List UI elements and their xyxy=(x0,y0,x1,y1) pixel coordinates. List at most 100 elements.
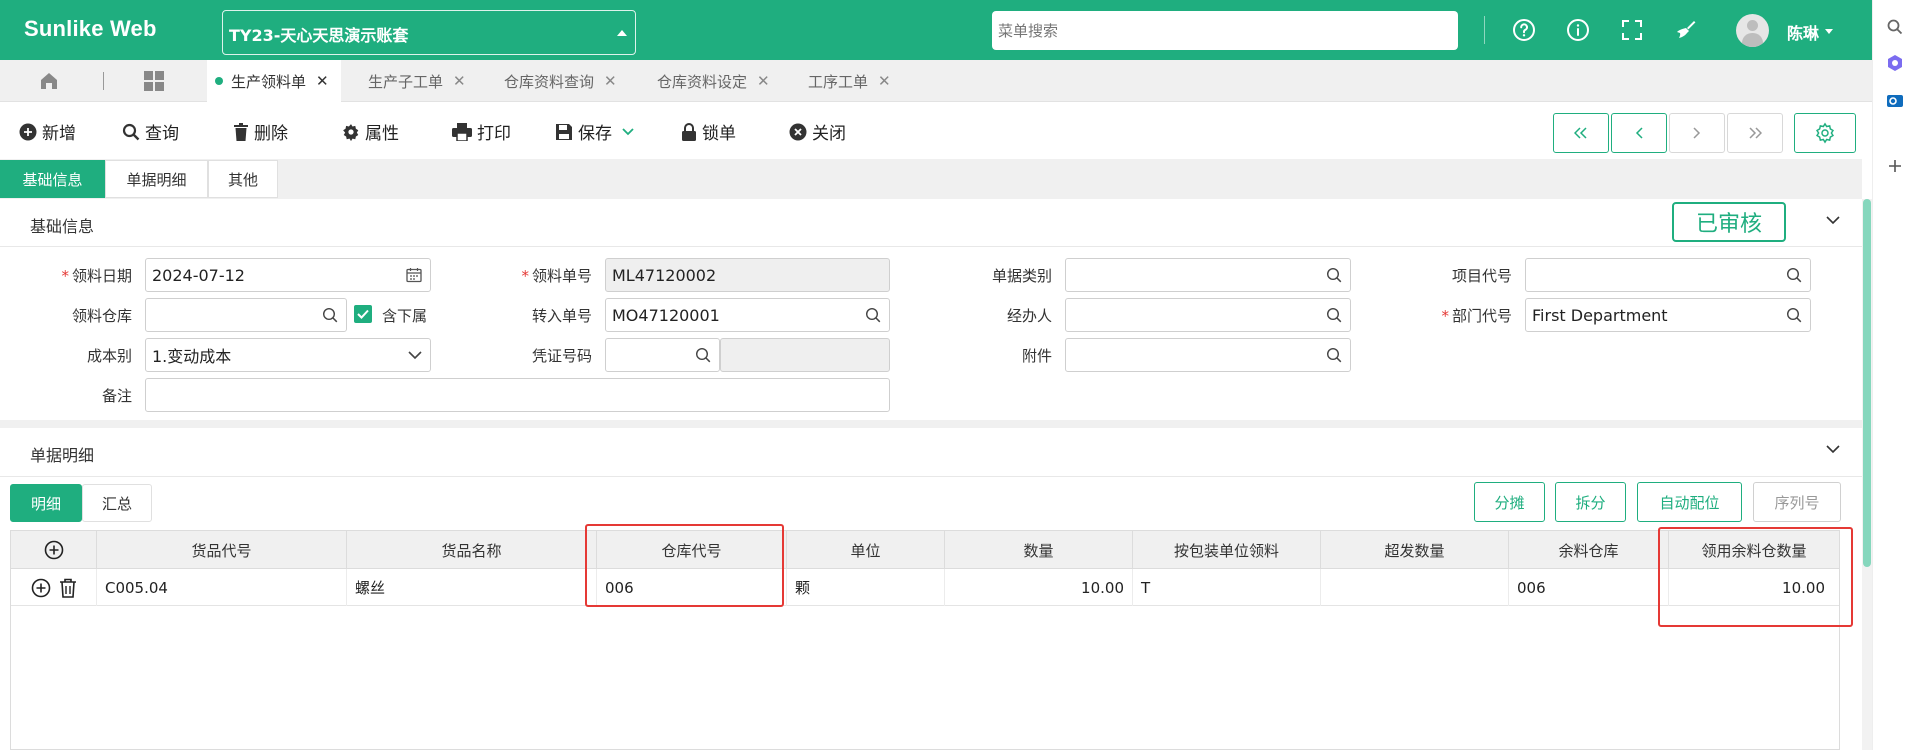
add-row-icon[interactable] xyxy=(31,578,51,598)
column-header[interactable]: 数量 xyxy=(945,531,1133,569)
detail-tab-summary[interactable]: 汇总 xyxy=(82,484,152,522)
first-record-button[interactable] xyxy=(1553,113,1609,153)
help-icon[interactable] xyxy=(1511,17,1537,43)
tab-sub-work-order[interactable]: 生产子工单 ✕ xyxy=(368,60,466,102)
tab-label: 仓库资料查询 xyxy=(504,72,595,91)
date-field[interactable]: 2024-07-12 xyxy=(145,258,431,292)
outlook-icon[interactable] xyxy=(1884,90,1906,112)
add-row-icon[interactable] xyxy=(44,540,64,560)
calendar-icon[interactable] xyxy=(406,267,422,283)
project-field[interactable] xyxy=(1525,258,1811,292)
prev-record-button[interactable] xyxy=(1611,113,1667,153)
column-header[interactable]: 单位 xyxy=(787,531,945,569)
search-icon[interactable] xyxy=(1786,267,1802,283)
basic-info-form: * 领料日期 2024-07-12 * 领料单号 ML47120002 单据类别 项… xyxy=(0,248,1862,420)
section-tab-other[interactable]: 其他 xyxy=(208,160,278,198)
section-tab-detail[interactable]: 单据明细 xyxy=(105,160,208,198)
query-button[interactable]: 查询 xyxy=(122,119,179,144)
fullscreen-icon[interactable] xyxy=(1619,17,1645,43)
cell-unit[interactable]: 颗 xyxy=(787,569,945,606)
chevron-down-icon[interactable] xyxy=(408,347,422,363)
cost-select[interactable]: 1.变动成本 xyxy=(145,338,431,372)
cell-item-name[interactable]: 螺丝 xyxy=(347,569,597,606)
next-record-button[interactable] xyxy=(1669,113,1725,153)
close-icon[interactable]: ✕ xyxy=(316,72,329,90)
tab-warehouse-settings[interactable]: 仓库资料设定 ✕ xyxy=(657,60,770,102)
user-avatar[interactable] xyxy=(1736,14,1769,47)
cell-by-pack[interactable]: T xyxy=(1133,569,1321,606)
remark-field[interactable] xyxy=(145,378,890,412)
detail-tab-detail[interactable]: 明细 xyxy=(10,484,82,522)
chevron-down-icon[interactable] xyxy=(1826,215,1840,225)
column-header[interactable]: 超发数量 xyxy=(1321,531,1509,569)
cell-quantity[interactable]: 10.00 xyxy=(945,569,1133,606)
allocate-button[interactable]: 分摊 xyxy=(1474,482,1545,522)
search-icon[interactable] xyxy=(865,307,881,323)
doc-type-field[interactable] xyxy=(1065,258,1351,292)
split-button[interactable]: 拆分 xyxy=(1555,482,1626,522)
search-icon[interactable] xyxy=(1884,16,1906,38)
voucher-field[interactable] xyxy=(605,338,720,372)
column-header[interactable]: 按包装单位领料 xyxy=(1133,531,1321,569)
transfer-no-field[interactable]: MO47120001 xyxy=(605,298,890,332)
close-icon[interactable]: ✕ xyxy=(878,72,891,90)
search-icon[interactable] xyxy=(695,347,711,363)
close-icon[interactable]: ✕ xyxy=(453,72,466,90)
cell-item-code[interactable]: C005.04 xyxy=(97,569,347,606)
home-icon[interactable] xyxy=(38,70,60,96)
properties-button[interactable]: 属性 xyxy=(342,119,399,144)
close-label: 关闭 xyxy=(812,124,846,144)
tab-production-picking[interactable]: 生产领料单 ✕ xyxy=(207,60,341,102)
search-icon[interactable] xyxy=(1326,307,1342,323)
search-icon[interactable] xyxy=(1326,267,1342,283)
tab-warehouse-query[interactable]: 仓库资料查询 ✕ xyxy=(504,60,617,102)
tab-process-order[interactable]: 工序工单 ✕ xyxy=(808,60,891,102)
clean-icon[interactable] xyxy=(1673,17,1699,43)
warehouse-field[interactable] xyxy=(145,298,347,332)
attachment-field[interactable] xyxy=(1065,338,1351,372)
print-button[interactable]: 打印 xyxy=(452,119,511,144)
include-sub-checkbox[interactable] xyxy=(354,305,372,323)
apps-grid-icon[interactable] xyxy=(143,70,165,96)
add-button[interactable]: 新增 xyxy=(19,119,76,144)
menu-search-input[interactable] xyxy=(992,11,1458,50)
column-header[interactable]: 余料仓库 xyxy=(1509,531,1669,569)
column-header[interactable]: 领用余料仓数量 xyxy=(1669,531,1839,569)
column-header[interactable]: 货品代号 xyxy=(97,531,347,569)
cell-over-issue[interactable] xyxy=(1321,569,1509,606)
lock-button[interactable]: 锁单 xyxy=(681,119,736,144)
account-selector[interactable]: TY23-天心天思演示账套 xyxy=(222,10,636,55)
search-icon[interactable] xyxy=(322,307,338,323)
close-icon[interactable]: ✕ xyxy=(757,72,770,90)
handler-field[interactable] xyxy=(1065,298,1351,332)
section-tab-basic[interactable]: 基础信息 xyxy=(0,160,105,198)
chevron-down-icon[interactable] xyxy=(1826,444,1840,454)
trash-icon[interactable] xyxy=(59,578,77,598)
cell-remnant-warehouse[interactable]: 006 xyxy=(1509,569,1669,606)
search-icon[interactable] xyxy=(1326,347,1342,363)
cell-warehouse[interactable]: 006 xyxy=(597,569,787,606)
caret-down-icon[interactable] xyxy=(1825,29,1833,34)
detail-header[interactable]: 单据明细 xyxy=(0,428,1862,477)
save-button[interactable]: 保存 xyxy=(555,119,639,144)
column-header[interactable]: 货品名称 xyxy=(347,531,597,569)
copilot-icon[interactable] xyxy=(1884,52,1906,74)
dept-field[interactable]: First Department xyxy=(1525,298,1811,332)
scrollbar-thumb[interactable] xyxy=(1863,199,1871,567)
last-record-button[interactable] xyxy=(1727,113,1783,153)
auto-locate-button[interactable]: 自动配位 xyxy=(1637,482,1742,522)
close-icon[interactable]: ✕ xyxy=(604,72,617,90)
add-icon[interactable] xyxy=(1884,155,1906,177)
chevron-down-icon[interactable] xyxy=(622,127,634,136)
close-button[interactable]: 关闭 xyxy=(789,119,846,144)
info-icon[interactable] xyxy=(1565,17,1591,43)
settings-button[interactable] xyxy=(1794,113,1856,153)
user-name[interactable]: 陈琳 xyxy=(1787,20,1819,44)
delete-button[interactable]: 删除 xyxy=(233,119,288,144)
search-icon[interactable] xyxy=(1786,307,1802,323)
serial-number-button[interactable]: 序列号 xyxy=(1753,482,1841,522)
cell-remnant-quantity[interactable]: 10.00 xyxy=(1669,569,1839,606)
column-header[interactable]: 仓库代号 xyxy=(597,531,787,569)
table-row[interactable]: C005.04 螺丝 006 颗 10.00 T 006 10.00 xyxy=(11,569,1839,606)
basic-info-header[interactable]: 基础信息 已审核 xyxy=(0,199,1862,247)
